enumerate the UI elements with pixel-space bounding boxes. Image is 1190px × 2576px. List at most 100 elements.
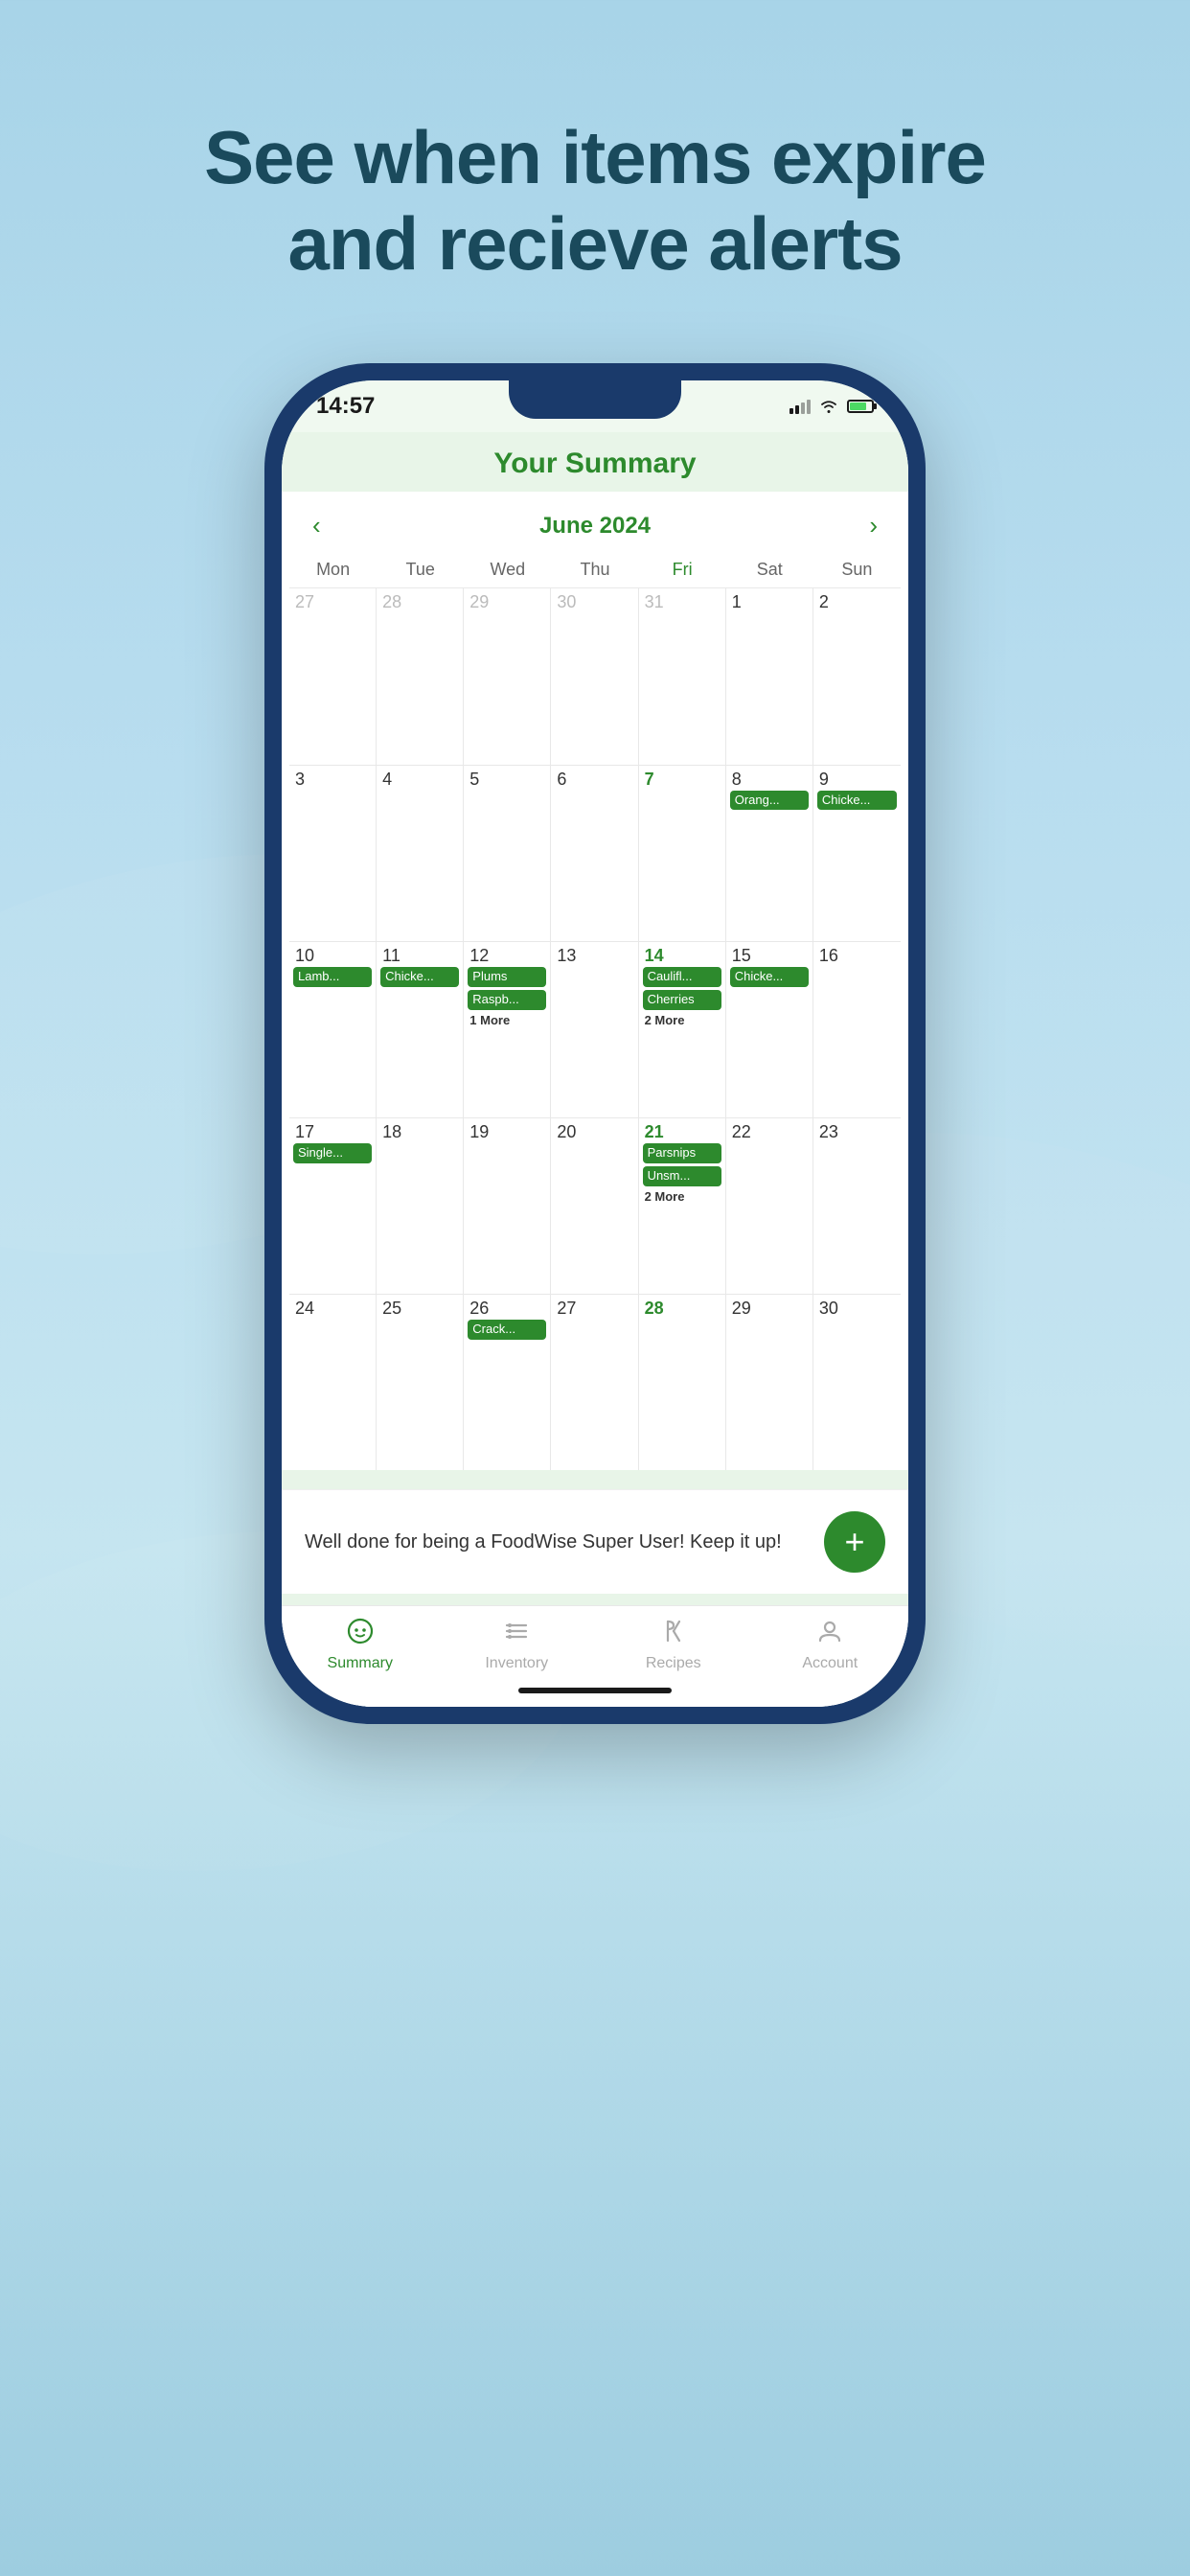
cal-cell-22[interactable]: 22 (726, 1118, 813, 1294)
event-single[interactable]: Single... (293, 1143, 372, 1163)
calendar-week-2: 3 4 5 6 7 (289, 765, 901, 941)
calendar-prev-button[interactable]: ‹ (305, 507, 329, 544)
event-crackers[interactable]: Crack... (468, 1320, 546, 1340)
bottom-message-area: Well done for being a FoodWise Super Use… (282, 1489, 908, 1594)
cal-cell-12[interactable]: 12 Plums Raspb... 1 More (464, 942, 551, 1117)
cal-cell-3[interactable]: 3 (289, 766, 377, 941)
signal-icon (790, 399, 811, 414)
tab-separator (282, 1594, 908, 1605)
cal-cell-8[interactable]: 8 Orang... (726, 766, 813, 941)
event-chicken-15[interactable]: Chicke... (730, 967, 809, 987)
event-unsm[interactable]: Unsm... (643, 1166, 721, 1186)
add-item-button[interactable]: + (824, 1511, 885, 1573)
calendar-month-title: June 2024 (539, 513, 651, 540)
event-chicken-9[interactable]: Chicke... (817, 791, 897, 811)
notch (509, 380, 681, 419)
cal-cell-28[interactable]: 28 (639, 1295, 726, 1470)
wifi-icon (818, 399, 839, 414)
cal-cell-19[interactable]: 19 (464, 1118, 551, 1294)
event-parsnips[interactable]: Parsnips (643, 1143, 721, 1163)
cal-cell-15[interactable]: 15 Chicke... (726, 942, 813, 1117)
calendar-banner (282, 1470, 908, 1489)
cal-cell-16[interactable]: 16 (813, 942, 901, 1117)
app-title: Your Summary (282, 448, 908, 480)
more-12[interactable]: 1 More (468, 1013, 546, 1027)
event-oranges[interactable]: Orang... (730, 791, 809, 811)
more-14[interactable]: 2 More (643, 1013, 721, 1027)
plus-icon: + (844, 1525, 864, 1559)
cal-cell-14[interactable]: 14 Caulifl... Cherries 2 More (639, 942, 726, 1117)
calendar-week-5: 24 25 26 Crack... 27 (289, 1294, 901, 1470)
cal-cell-13[interactable]: 13 (551, 942, 638, 1117)
cal-cell-21[interactable]: 21 Parsnips Unsm... 2 More (639, 1118, 726, 1294)
calendar-nav: ‹ June 2024 › (282, 492, 908, 556)
day-header-fri: Fri (639, 556, 726, 584)
calendar-next-button[interactable]: › (861, 507, 885, 544)
cal-cell-30[interactable]: 30 (813, 1295, 901, 1470)
calendar-grid: Mon Tue Wed Thu Fri Sat Sun 27 (282, 556, 908, 1470)
inventory-tab-label: Inventory (485, 1655, 548, 1672)
cal-cell-9[interactable]: 9 Chicke... (813, 766, 901, 941)
cal-cell-27-prev[interactable]: 27 (289, 588, 377, 764)
event-lamb[interactable]: Lamb... (293, 967, 372, 987)
event-cherries[interactable]: Cherries (643, 990, 721, 1010)
event-cauliflower[interactable]: Caulifl... (643, 967, 721, 987)
calendar-week-1: 27 28 29 30 31 (289, 587, 901, 764)
cal-cell-4[interactable]: 4 (377, 766, 464, 941)
status-bar: 14:57 (282, 380, 908, 432)
tab-recipes[interactable]: Recipes (616, 1618, 731, 1672)
calendar-week-3: 10 Lamb... 11 Chicke... 12 Plums Raspb..… (289, 941, 901, 1117)
cal-cell-28-prev[interactable]: 28 (377, 588, 464, 764)
event-chicken-11[interactable]: Chicke... (380, 967, 459, 987)
calendar-container: ‹ June 2024 › Mon Tue Wed Thu Fri Sat Su… (282, 492, 908, 1470)
cal-cell-1[interactable]: 1 (726, 588, 813, 764)
cal-cell-6[interactable]: 6 (551, 766, 638, 941)
cal-cell-27[interactable]: 27 (551, 1295, 638, 1470)
battery-icon (847, 400, 874, 413)
cal-cell-29[interactable]: 29 (726, 1295, 813, 1470)
event-plums[interactable]: Plums (468, 967, 546, 987)
calendar-week-4: 17 Single... 18 19 20 (289, 1117, 901, 1294)
page-headline: See when items expire and recieve alerts (204, 115, 986, 287)
tab-bar: Summary Inventory (282, 1605, 908, 1680)
cal-cell-29-prev[interactable]: 29 (464, 588, 551, 764)
more-21[interactable]: 2 More (643, 1189, 721, 1204)
day-header-sun: Sun (813, 556, 901, 584)
cal-cell-26[interactable]: 26 Crack... (464, 1295, 551, 1470)
tab-summary[interactable]: Summary (303, 1618, 418, 1672)
phone-device: 14:57 (264, 363, 926, 1724)
cal-cell-17[interactable]: 17 Single... (289, 1118, 377, 1294)
cal-cell-31-prev[interactable]: 31 (639, 588, 726, 764)
tab-inventory[interactable]: Inventory (459, 1618, 574, 1672)
tab-account[interactable]: Account (772, 1618, 887, 1672)
cal-cell-30-prev[interactable]: 30 (551, 588, 638, 764)
event-raspberries[interactable]: Raspb... (468, 990, 546, 1010)
summary-tab-label: Summary (328, 1655, 393, 1672)
cal-cell-20[interactable]: 20 (551, 1118, 638, 1294)
day-header-mon: Mon (289, 556, 377, 584)
app-content: Your Summary ‹ June 2024 › Mon Tue Wed (282, 432, 908, 1707)
status-time: 14:57 (316, 393, 375, 420)
cal-cell-2[interactable]: 2 (813, 588, 901, 764)
summary-tab-icon (347, 1618, 374, 1651)
account-tab-label: Account (802, 1655, 858, 1672)
cal-cell-18[interactable]: 18 (377, 1118, 464, 1294)
day-header-tue: Tue (377, 556, 464, 584)
cal-cell-7[interactable]: 7 (639, 766, 726, 941)
day-header-sat: Sat (726, 556, 813, 584)
cal-cell-23[interactable]: 23 (813, 1118, 901, 1294)
cal-cell-10[interactable]: 10 Lamb... (289, 942, 377, 1117)
cal-cell-25[interactable]: 25 (377, 1295, 464, 1470)
cal-cell-5[interactable]: 5 (464, 766, 551, 941)
home-indicator (282, 1680, 908, 1707)
account-tab-icon (816, 1618, 843, 1651)
inventory-tab-icon (503, 1618, 530, 1651)
day-header-thu: Thu (551, 556, 638, 584)
status-icons (790, 399, 874, 414)
cal-cell-24[interactable]: 24 (289, 1295, 377, 1470)
day-header-wed: Wed (464, 556, 551, 584)
cal-cell-11[interactable]: 11 Chicke... (377, 942, 464, 1117)
recipes-tab-label: Recipes (646, 1655, 701, 1672)
calendar-day-headers: Mon Tue Wed Thu Fri Sat Sun (289, 556, 901, 584)
super-user-message: Well done for being a FoodWise Super Use… (305, 1529, 824, 1555)
